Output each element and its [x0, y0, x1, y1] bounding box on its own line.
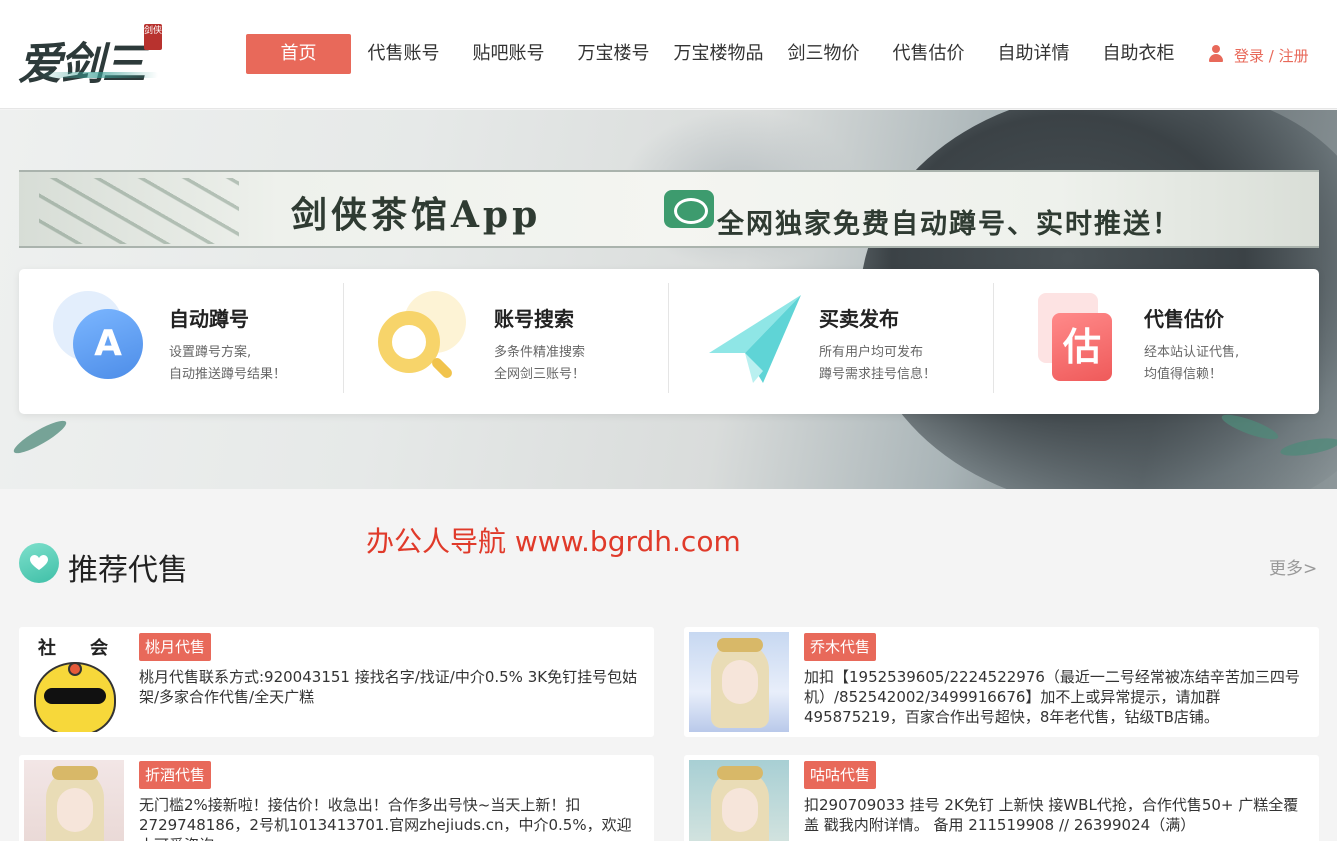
seller-description: 扣290709033 挂号 2K免钉 上新快 接WBL代抢，合作代售50+ 广糕…	[804, 796, 1299, 834]
banner-title: 剑侠茶馆App	[291, 194, 542, 236]
feature-desc: 设置蹲号方案,	[169, 345, 252, 360]
bamboo-decoration	[39, 178, 239, 244]
leaf-decoration	[10, 415, 70, 459]
seller-card[interactable]: 乔木代售 加扣【1952539605/2224522976（最近一二号经常被冻结…	[684, 627, 1319, 737]
feature-desc: 经本站认证代售,	[1144, 345, 1240, 360]
logo-seal: 剑侠	[144, 24, 162, 50]
seller-tag[interactable]: 乔木代售	[804, 633, 877, 661]
feature-valuation[interactable]: 估 代售估价 经本站认证代售, 均值得信赖！	[994, 283, 1319, 393]
feature-title: 账号搜索	[494, 307, 574, 331]
seller-card[interactable]: 咕咕代售 扣290709033 挂号 2K免钉 上新快 接WBL代抢，合作代售5…	[684, 755, 1319, 841]
seller-tag[interactable]: 桃月代售	[139, 633, 212, 661]
logo-text: 爱剑三	[18, 39, 146, 90]
nav-item-consign-accounts[interactable]: 代售账号	[351, 34, 456, 74]
nav-item-wanbaolou-items[interactable]: 万宝楼物品	[666, 34, 771, 74]
feature-title: 代售估价	[1144, 307, 1224, 331]
site-header: 爱剑三 剑侠 首页 代售账号 贴吧账号 万宝楼号 万宝楼物品 剑三物价 代售估价…	[0, 0, 1337, 109]
heart-icon	[19, 543, 59, 583]
seller-avatar: 社 会	[24, 632, 124, 732]
nav-item-self-wardrobe[interactable]: 自助衣柜	[1086, 34, 1191, 74]
a-icon: A	[53, 291, 143, 381]
seller-tag[interactable]: 折酒代售	[139, 761, 212, 789]
nav-item-tieba-accounts[interactable]: 贴吧账号	[456, 34, 561, 74]
seller-card[interactable]: 折酒代售 无门槛2%接新啦！接估价！收急出！合作多出号快~当天上新！扣27297…	[19, 755, 654, 841]
seller-avatar	[24, 760, 124, 841]
seller-avatar	[689, 632, 789, 732]
feature-trade-publish[interactable]: 买卖发布 所有用户均可发布 蹲号需求挂号信息！	[669, 283, 994, 393]
section-title: 推荐代售	[68, 553, 188, 588]
seller-description: 桃月代售联系方式:920043151 接找名字/找证/中介0.5% 3K免钉挂号…	[139, 668, 638, 706]
feature-desc: 蹲号需求挂号信息！	[819, 367, 937, 382]
feature-title: 买卖发布	[819, 307, 899, 331]
banner-subtitle: 全网独家免费自动蹲号、实时推送！	[717, 209, 1181, 240]
login-link[interactable]: 登录	[1234, 47, 1264, 65]
auth-separator: /	[1268, 47, 1274, 65]
feature-account-search[interactable]: 账号搜索 多条件精准搜索 全网剑三账号！	[344, 283, 669, 393]
nav-item-home[interactable]: 首页	[246, 34, 351, 74]
nav-item-self-details[interactable]: 自助详情	[981, 34, 1086, 74]
estimate-icon: 估	[1028, 291, 1118, 381]
feature-desc: 均值得信赖！	[1144, 367, 1223, 382]
hero-section: 剑侠茶馆App 全网独家免费自动蹲号、实时推送！ A 自动蹲号 设置蹲号方案, …	[0, 110, 1337, 489]
search-icon	[378, 291, 468, 381]
nav-item-prices[interactable]: 剑三物价	[771, 34, 876, 74]
paper-plane-icon	[703, 291, 801, 383]
seller-description: 加扣【1952539605/2224522976（最近一二号经常被冻结辛苦加三四…	[804, 668, 1300, 726]
feature-desc: 所有用户均可发布	[819, 345, 924, 360]
seller-description: 无门槛2%接新啦！接估价！收急出！合作多出号快~当天上新！扣2729748186…	[139, 796, 632, 841]
feature-desc: 自动推送蹲号结果！	[169, 367, 287, 382]
nav-item-valuation[interactable]: 代售估价	[876, 34, 981, 74]
feature-title: 自动蹲号	[169, 307, 249, 331]
seller-card[interactable]: 社 会 桃月代售 桃月代售联系方式:920043151 接找名字/找证/中介0.…	[19, 627, 654, 737]
seller-avatar	[689, 760, 789, 841]
logo-brush-stroke	[38, 72, 158, 78]
site-logo[interactable]: 爱剑三 剑侠	[18, 18, 162, 90]
register-link[interactable]: 注册	[1279, 47, 1309, 65]
app-icon	[664, 190, 714, 228]
watermark-text: 办公人导航 www.bgrdh.com	[366, 525, 741, 558]
feature-desc: 全网剑三账号！	[494, 367, 586, 382]
app-promo-banner[interactable]: 剑侠茶馆App 全网独家免费自动蹲号、实时推送！	[19, 170, 1319, 248]
user-icon	[1208, 44, 1224, 64]
feature-auto-watch[interactable]: A 自动蹲号 设置蹲号方案, 自动推送蹲号结果！	[19, 283, 344, 393]
seller-tag[interactable]: 咕咕代售	[804, 761, 877, 789]
feature-desc: 多条件精准搜索	[494, 345, 586, 360]
more-link[interactable]: 更多>	[1269, 554, 1317, 579]
feature-panel: A 自动蹲号 设置蹲号方案, 自动推送蹲号结果！ 账号搜索 多条件精准搜索 全网…	[19, 269, 1319, 414]
nav-item-wanbaolou-accounts[interactable]: 万宝楼号	[561, 34, 666, 74]
